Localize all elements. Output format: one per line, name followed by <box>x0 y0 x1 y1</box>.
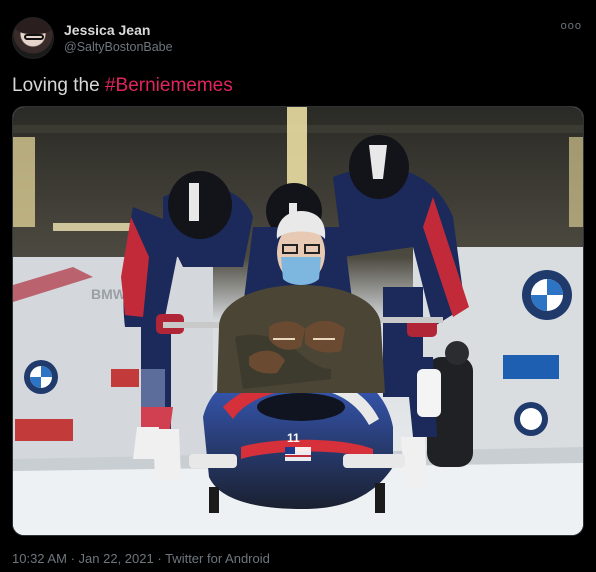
tweet-time[interactable]: 10:32 AM <box>12 551 67 566</box>
tweet-card: Jessica Jean @SaltyBostonBabe ooo Loving… <box>0 0 596 572</box>
tweet-header: Jessica Jean @SaltyBostonBabe ooo <box>12 16 584 60</box>
display-name[interactable]: Jessica Jean <box>64 21 173 39</box>
avatar-glasses <box>24 34 44 40</box>
user-info[interactable]: Jessica Jean @SaltyBostonBabe <box>64 21 173 56</box>
sled-number: 11 <box>287 431 300 445</box>
top-divider <box>0 0 596 6</box>
avatar-hair <box>15 18 53 34</box>
bmw-logo <box>520 408 542 430</box>
photo-illustration: BMW 11 <box>13 107 583 535</box>
sponsor-banner <box>111 369 139 387</box>
tweet-date[interactable]: Jan 22, 2021 <box>79 551 154 566</box>
tweet-photo[interactable]: BMW 11 <box>12 106 584 536</box>
tweet-text-plain: Loving the <box>12 75 105 96</box>
meta-separator: · <box>70 551 75 566</box>
push-bar <box>163 322 223 328</box>
avatar[interactable] <box>12 17 54 59</box>
spectator-head <box>445 341 469 365</box>
tweet-source[interactable]: Twitter for Android <box>165 551 270 566</box>
more-options-icon[interactable]: ooo <box>561 20 582 32</box>
tweet-meta: 10:32 AM · Jan 22, 2021 · Twitter for An… <box>12 551 270 567</box>
tweet-text: Loving the #Berniememes <box>12 73 233 99</box>
sponsor-banner <box>503 355 559 379</box>
ceiling-light <box>287 107 307 187</box>
bmw-banner-text: BMW <box>91 286 127 302</box>
sponsor-banner <box>15 419 73 441</box>
push-bar <box>373 317 443 323</box>
user-handle[interactable]: @SaltyBostonBabe <box>64 39 173 56</box>
hashtag-link[interactable]: #Berniememes <box>105 75 233 96</box>
ceiling-light <box>13 137 35 227</box>
meta-separator: · <box>157 551 162 566</box>
ceiling-light <box>569 137 583 227</box>
